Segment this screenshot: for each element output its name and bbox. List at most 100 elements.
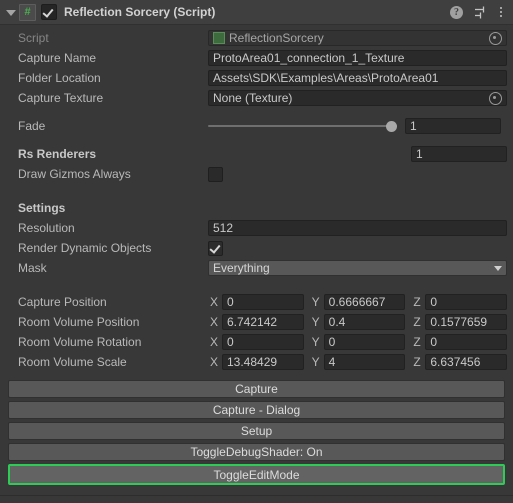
fade-slider[interactable] <box>208 119 397 133</box>
inspector-panel: # Reflection Sorcery (Script) ? Script R… <box>0 0 513 503</box>
row-draw-gizmos-always: Draw Gizmos Always <box>0 164 513 184</box>
axis-label-y: Y <box>311 315 320 329</box>
spacer-before-settings <box>0 184 513 198</box>
label-folder-location: Folder Location <box>18 71 101 85</box>
axis-label-y: Y <box>311 335 320 349</box>
script-asset-icon <box>213 32 225 44</box>
label-room-volume-position: Room Volume Position <box>18 315 140 329</box>
setup-button[interactable]: Setup <box>8 422 505 440</box>
axis-label-x: X <box>210 335 219 349</box>
folder-location-value: Assets\SDK\Examples\Areas\ProtoArea01 <box>213 71 439 85</box>
toggle-debug-shader-button[interactable]: ToggleDebugShader: On <box>8 443 505 461</box>
mask-dropdown[interactable]: Everything <box>208 260 507 276</box>
room-volume-rotation-x-input[interactable]: 0 <box>222 334 304 350</box>
draw-gizmos-always-checkbox[interactable] <box>208 166 223 182</box>
capture-name-value: ProtoArea01_connection_1_Texture <box>213 51 405 65</box>
row-rs-renderers: Rs Renderers 1 <box>0 144 513 164</box>
rs-renderers-size-input[interactable]: 1 <box>411 146 507 162</box>
capture-button[interactable]: Capture <box>8 380 505 398</box>
axis-label-z: Z <box>413 335 421 349</box>
label-capture-position: Capture Position <box>18 295 107 309</box>
resolution-input[interactable]: 512 <box>208 220 507 236</box>
capture-texture-object-field[interactable]: None (Texture) <box>208 90 507 106</box>
label-resolution: Resolution <box>18 221 75 235</box>
fade-value-input[interactable]: 1 <box>405 118 501 134</box>
capture-dialog-button[interactable]: Capture - Dialog <box>8 401 505 419</box>
row-capture-texture: Capture Texture None (Texture) <box>0 88 513 108</box>
room-volume-rotation-y-input[interactable]: 0 <box>323 334 406 350</box>
component-header[interactable]: # Reflection Sorcery (Script) ? <box>0 0 513 25</box>
axis-label-y: Y <box>311 295 320 309</box>
render-dynamic-objects-checkbox[interactable] <box>208 240 223 256</box>
resolution-value: 512 <box>213 221 234 235</box>
row-resolution: Resolution 512 <box>0 218 513 238</box>
capture-position-x-input[interactable]: 0 <box>222 294 304 310</box>
row-render-dynamic-objects: Render Dynamic Objects <box>0 238 513 258</box>
axis-label-x: X <box>210 315 219 329</box>
room-volume-position-z-input[interactable]: 0.1577659 <box>425 314 508 330</box>
fade-slider-group: 1 <box>208 118 501 134</box>
room-volume-rotation-vector3: X 0 Y 0 Z 0 <box>208 334 508 350</box>
room-volume-position-y-input[interactable]: 0.4 <box>323 314 406 330</box>
room-volume-position-x-input[interactable]: 6.742142 <box>222 314 304 330</box>
chevron-down-icon <box>494 265 502 271</box>
label-capture-name: Capture Name <box>18 51 97 65</box>
settings-heading: Settings <box>18 201 66 215</box>
capture-texture-value: None (Texture) <box>213 91 293 105</box>
row-room-volume-rotation: Room Volume Rotation X 0 Y 0 Z 0 <box>0 332 513 352</box>
spacer-before-buttons <box>0 372 513 380</box>
row-mask: Mask Everything <box>0 258 513 278</box>
label-mask: Mask <box>18 261 47 275</box>
row-room-volume-scale: Room Volume Scale X 13.48429 Y 4 Z 6.637… <box>0 352 513 372</box>
label-script: Script <box>18 31 49 45</box>
folder-location-input[interactable]: Assets\SDK\Examples\Areas\ProtoArea01 <box>208 70 507 86</box>
mask-dropdown-value: Everything <box>213 261 270 275</box>
room-volume-scale-vector3: X 13.48429 Y 4 Z 6.637456 <box>208 354 508 370</box>
axis-label-z: Z <box>413 295 421 309</box>
row-folder-location: Folder Location Assets\SDK\Examples\Area… <box>0 68 513 88</box>
component-foldout-arrow-icon[interactable] <box>4 6 17 19</box>
toggle-edit-mode-button[interactable]: ToggleEditMode <box>8 464 505 485</box>
row-settings-heading: Settings <box>0 198 513 218</box>
preset-icon[interactable] <box>474 6 488 19</box>
capture-name-input[interactable]: ProtoArea01_connection_1_Texture <box>208 50 507 66</box>
script-object-field[interactable]: ReflectionSorcery <box>208 30 507 46</box>
row-room-volume-position: Room Volume Position X 6.742142 Y 0.4 Z … <box>0 312 513 332</box>
object-picker-icon[interactable] <box>489 31 502 45</box>
label-render-dynamic-objects: Render Dynamic Objects <box>18 241 152 255</box>
script-object-value: ReflectionSorcery <box>229 31 324 45</box>
axis-label-x: X <box>210 355 219 369</box>
room-volume-scale-x-input[interactable]: 13.48429 <box>222 354 304 370</box>
row-fade: Fade 1 <box>0 116 513 136</box>
capture-position-z-input[interactable]: 0 <box>425 294 508 310</box>
header-icon-group: ? <box>450 5 503 19</box>
bottom-divider <box>0 495 513 496</box>
help-icon[interactable]: ? <box>450 5 463 19</box>
label-draw-gizmos-always: Draw Gizmos Always <box>18 167 131 181</box>
room-volume-scale-y-input[interactable]: 4 <box>323 354 406 370</box>
rs-renderers-count: 1 <box>416 147 423 161</box>
capture-position-y-input[interactable]: 0.6666667 <box>323 294 406 310</box>
spacer-after-capture-texture <box>0 108 513 116</box>
row-capture-position: Capture Position X 0 Y 0.6666667 Z 0 <box>0 292 513 312</box>
axis-label-x: X <box>210 295 219 309</box>
axis-label-z: Z <box>413 315 421 329</box>
fade-slider-knob[interactable] <box>386 121 397 132</box>
action-buttons: Capture Capture - Dialog Setup ToggleDeb… <box>0 380 513 485</box>
component-enabled-checkbox[interactable] <box>41 4 57 20</box>
csharp-script-icon: # <box>19 3 36 21</box>
label-room-volume-rotation: Room Volume Rotation <box>18 335 142 349</box>
capture-position-vector3: X 0 Y 0.6666667 Z 0 <box>208 294 508 310</box>
label-rs-renderers[interactable]: Rs Renderers <box>18 147 208 161</box>
label-room-volume-scale: Room Volume Scale <box>18 355 127 369</box>
spacer-after-fade <box>0 136 513 144</box>
rs-renderers-label-text: Rs Renderers <box>18 147 97 161</box>
fade-value: 1 <box>410 119 417 133</box>
axis-label-z: Z <box>413 355 421 369</box>
room-volume-scale-z-input[interactable]: 6.637456 <box>425 354 508 370</box>
fade-slider-track <box>208 125 397 127</box>
room-volume-rotation-z-input[interactable]: 0 <box>425 334 508 350</box>
kebab-menu-icon[interactable] <box>499 5 503 19</box>
texture-picker-icon[interactable] <box>489 91 502 105</box>
component-title: Reflection Sorcery (Script) <box>64 5 216 19</box>
